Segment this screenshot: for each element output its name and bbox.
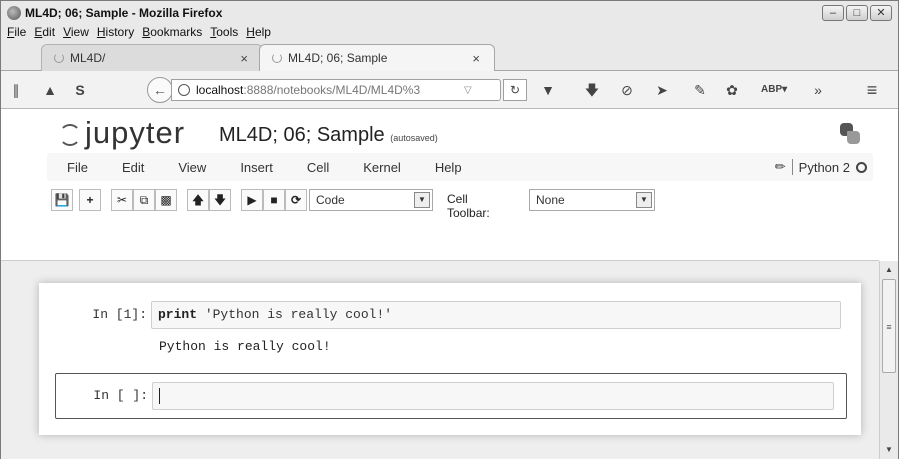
copy-icon[interactable]: ⧉ [133, 189, 155, 211]
nb-menu-edit[interactable]: Edit [105, 160, 161, 175]
text-cursor [159, 387, 160, 404]
minimize-button[interactable]: – [822, 5, 844, 21]
jupyter-logo-text: jupyter [85, 115, 186, 150]
nb-menu-kernel[interactable]: Kernel [346, 160, 418, 175]
close-tab-icon[interactable]: × [240, 51, 248, 66]
browser-menubar: File Edit View History Bookmarks Tools H… [3, 25, 271, 41]
jupyter-swirl-icon [59, 123, 81, 146]
pocket-save-icon[interactable]: ▼ [539, 81, 557, 99]
window-title: ML4D; 06; Sample - Mozilla Firefox [25, 6, 223, 20]
menu-help[interactable]: Help [246, 25, 271, 41]
extension-icon[interactable]: ✎ [691, 81, 709, 99]
notebook-container: In [1]: print 'Python is really cool!' P… [39, 283, 861, 435]
cell-type-select[interactable]: Code ▼ [309, 189, 433, 211]
menu-bookmarks[interactable]: Bookmarks [142, 25, 202, 41]
kernel-name: Python 2 [798, 159, 850, 175]
scroll-thumb[interactable]: ≡ [882, 279, 896, 373]
hamburger-menu-icon[interactable]: ≡ [863, 81, 881, 99]
cell-output: Python is really cool! [159, 339, 331, 354]
menu-tools[interactable]: Tools [210, 25, 238, 41]
url-host: localhost [196, 83, 244, 97]
edit-mode-pencil-icon: ✏ [774, 159, 786, 174]
cut-icon[interactable]: ✂ [111, 189, 133, 211]
notebook-name[interactable]: ML4D; 06; Sample [219, 124, 385, 146]
skype-icon[interactable]: S [71, 81, 89, 99]
close-tab-icon[interactable]: × [472, 51, 480, 66]
overflow-chevron-icon[interactable]: » [809, 81, 827, 99]
title-bar: ML4D; 06; Sample - Mozilla Firefox – □ ✕ [1, 1, 898, 25]
leaf-icon[interactable]: ✿ [723, 81, 741, 99]
loading-icon [54, 53, 64, 63]
cell-type-value: Code [316, 193, 345, 207]
jupyter-logo[interactable]: jupyter [59, 115, 185, 151]
back-button[interactable]: ← [147, 77, 173, 103]
code-cell-selected[interactable]: In [ ]: [55, 373, 847, 419]
address-bar[interactable]: localhost:8888/notebooks/ML4D/ML4D%3 ▽ [171, 79, 501, 101]
autosave-status: (autosaved) [390, 133, 438, 143]
send-icon[interactable]: ➤ [653, 81, 671, 99]
globe-icon [178, 84, 190, 96]
menu-file[interactable]: File [7, 25, 26, 41]
browser-window: ML4D; 06; Sample - Mozilla Firefox – □ ✕… [0, 0, 899, 459]
paste-icon[interactable]: ▩ [155, 189, 177, 211]
menu-history[interactable]: History [97, 25, 134, 41]
nb-menu-insert[interactable]: Insert [223, 160, 290, 175]
scroll-up-icon[interactable]: ▲ [880, 263, 898, 277]
url-path: :8888/notebooks/ML4D/ML4D%3 [243, 83, 421, 97]
code-text: 'Python is really cool!' [197, 307, 393, 322]
nb-menu-help[interactable]: Help [418, 160, 479, 175]
tab-label: ML4D/ [70, 51, 106, 65]
nb-menu-view[interactable]: View [161, 160, 223, 175]
save-icon[interactable]: 💾 [51, 189, 73, 211]
reload-button[interactable]: ↻ [503, 79, 527, 101]
adblock-icon[interactable]: ABP▾ [761, 81, 787, 99]
restart-icon[interactable]: ⟳ [285, 189, 307, 211]
nb-menu-cell[interactable]: Cell [290, 160, 346, 175]
menu-edit[interactable]: Edit [34, 25, 55, 41]
chevron-down-icon: ▼ [636, 192, 652, 208]
input-prompt: In [ ]: [93, 388, 148, 403]
tab-ml4d[interactable]: ML4D/ × [41, 44, 263, 71]
code-input-empty[interactable] [152, 382, 834, 410]
run-cell-icon[interactable]: ▶ [241, 189, 263, 211]
download-icon[interactable]: 🡇 [583, 81, 601, 99]
tab-label: ML4D; 06; Sample [288, 51, 388, 65]
close-window-button[interactable]: ✕ [870, 5, 892, 21]
input-prompt: In [1]: [92, 307, 147, 322]
maximize-button[interactable]: □ [846, 5, 868, 21]
notebook-area: In [1]: print 'Python is really cool!' P… [1, 261, 879, 459]
pocket-icon[interactable]: ▲ [41, 81, 59, 99]
jupyter-page: jupyter ML4D; 06; Sample (autosaved) Fil… [1, 109, 898, 459]
scroll-down-icon[interactable]: ▼ [880, 443, 898, 457]
cell-toolbar-select[interactable]: None ▼ [529, 189, 655, 211]
code-cell[interactable]: In [1]: print 'Python is really cool!' P… [55, 301, 847, 363]
page-scrollbar[interactable]: ▲ ≡ ▼ [879, 261, 898, 459]
notebook-title[interactable]: ML4D; 06; Sample (autosaved) [219, 124, 438, 147]
rss-icon[interactable]: ∥ [7, 81, 25, 99]
cell-toolbar-value: None [536, 193, 565, 207]
code-keyword: print [158, 307, 198, 322]
block-icon[interactable]: ⊘ [618, 81, 636, 99]
kernel-status-icon [856, 161, 867, 173]
chevron-down-icon: ▼ [414, 192, 430, 208]
firefox-icon [7, 6, 21, 20]
nb-menu-file[interactable]: File [47, 160, 105, 175]
code-input[interactable]: print 'Python is really cool!' [151, 301, 841, 329]
python-logo-icon [837, 121, 863, 147]
tab-sample[interactable]: ML4D; 06; Sample × [259, 44, 495, 71]
navigation-toolbar: ∥ ▲ S ← localhost:8888/notebooks/ML4D/ML… [1, 71, 898, 109]
notebook-menubar: File Edit View Insert Cell Kernel Help ✏… [47, 153, 873, 181]
loading-icon [272, 53, 282, 63]
menu-view[interactable]: View [63, 25, 89, 41]
move-down-icon[interactable]: 🡇 [209, 189, 231, 211]
interrupt-icon[interactable]: ■ [263, 189, 285, 211]
cell-toolbar-label: Cell Toolbar: [447, 192, 490, 220]
dropdown-icon[interactable]: ▽ [464, 85, 472, 96]
tab-strip: ML4D/ × ML4D; 06; Sample × [1, 41, 898, 71]
insert-cell-icon[interactable]: + [79, 189, 101, 211]
move-up-icon[interactable]: 🡅 [187, 189, 209, 211]
